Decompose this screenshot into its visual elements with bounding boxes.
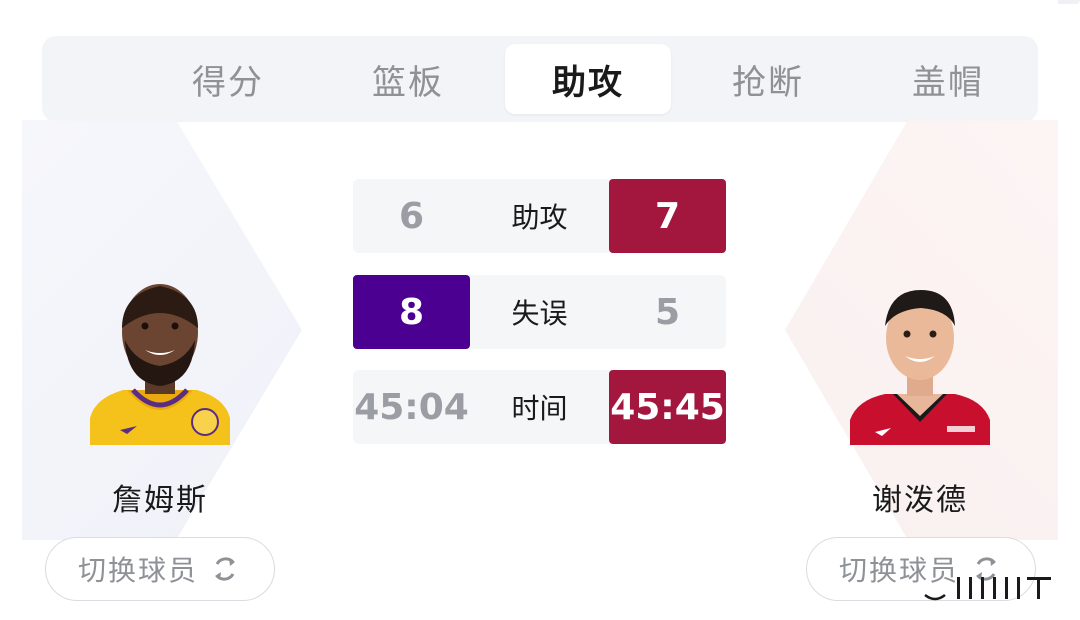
player-portrait-icon (850, 290, 990, 445)
right-player-card: 谢泼德 (820, 280, 1020, 519)
left-stat-value: 45:04 (354, 386, 469, 428)
right-player-name: 谢泼德 (872, 483, 968, 518)
right-stat-value: 7 (609, 179, 726, 253)
tab-steals[interactable]: 抢断 (685, 44, 851, 114)
stat-tabs: 星 得分 篮板 助攻 抢断 盖帽 (42, 36, 1038, 122)
tab-blocks[interactable]: 盖帽 (865, 44, 1031, 114)
stat-label: 时间 (511, 392, 568, 425)
tab-all-star[interactable]: 星 (42, 44, 78, 114)
left-stat-value: 8 (353, 275, 470, 349)
stat-row-turnovers: 8 失误 5 (353, 275, 726, 349)
stat-label: 失误 (511, 297, 568, 330)
left-stat-value: 6 (398, 195, 425, 237)
right-stat-value: 5 (654, 291, 681, 333)
tab-rebounds[interactable]: 篮板 (325, 44, 491, 114)
right-player-avatar[interactable] (835, 280, 1005, 445)
left-player-name: 詹姆斯 (112, 483, 208, 518)
player-portrait-icon (90, 284, 230, 445)
stat-label: 助攻 (511, 201, 568, 234)
tab-assists[interactable]: 助攻 (505, 44, 671, 114)
stat-row-assists: 6 助攻 7 (353, 179, 726, 253)
stat-row-minutes: 45:04 时间 45:45 (353, 370, 726, 444)
watermark-icon (924, 577, 1051, 601)
right-stat-value: 45:45 (609, 370, 726, 444)
left-switch-player-button[interactable]: 切换球员 (45, 537, 275, 601)
refresh-icon (215, 557, 235, 581)
switch-player-label: 切换球员 (77, 554, 198, 587)
left-player-avatar[interactable] (75, 280, 245, 445)
tab-points[interactable]: 得分 (145, 44, 311, 114)
left-player-card: 詹姆斯 (60, 280, 260, 519)
